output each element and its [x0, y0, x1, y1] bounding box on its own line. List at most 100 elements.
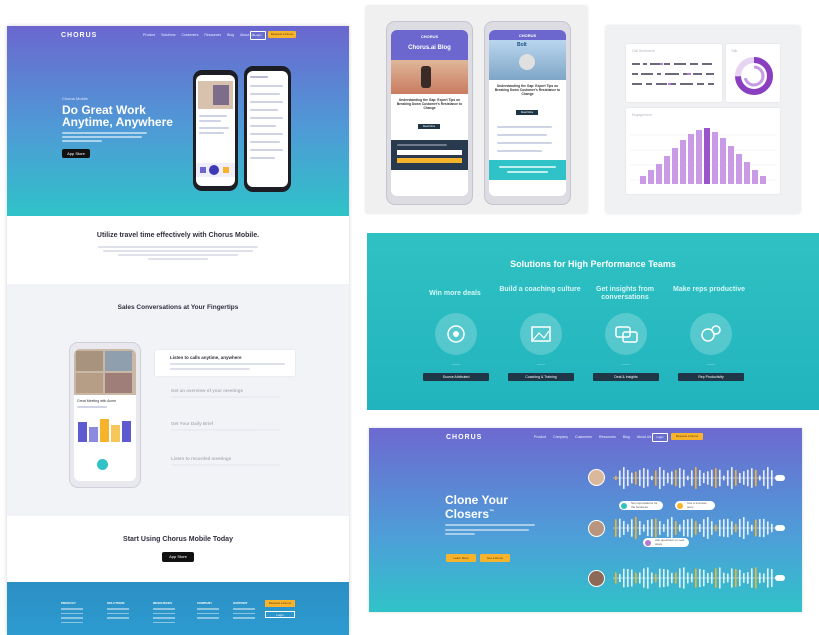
feature-card-active[interactable]: Listen to calls anytime, anywhere [155, 350, 295, 376]
solution-button-coaching[interactable]: Coaching & Training [508, 373, 574, 381]
nav-link-customers[interactable]: Customers [181, 33, 198, 37]
target-icon [435, 313, 477, 355]
solution-heading: Build a coaching culture [499, 286, 581, 293]
waveform-bar [771, 569, 773, 587]
waveform-bar [679, 468, 681, 488]
solution-button-productivity[interactable]: Rep Productivity [678, 373, 744, 381]
analytics-dashboard-panel: Call Sentiment Talk Engagement [606, 26, 800, 213]
waveform-bar [755, 469, 757, 487]
histogram-bar [656, 164, 662, 184]
image-icon [520, 313, 562, 355]
feature-item[interactable]: Get Your Daily Brief [171, 421, 306, 431]
waveform-bar [771, 523, 773, 533]
waveform-bar [659, 467, 661, 489]
clone-description [445, 524, 535, 538]
solution-heading: Get insights from conversations [596, 286, 654, 301]
nav-link-about[interactable]: About Us [637, 435, 651, 439]
waveform-bar [659, 521, 661, 535]
waveform-bar [643, 568, 645, 588]
hero-section: CHORUS Product Solutions Customers Resou… [7, 26, 349, 216]
request-demo-button[interactable]: Request a Demo [268, 31, 296, 38]
footer-demo-button[interactable]: Request a Demo [265, 600, 295, 607]
nav-link-product[interactable]: Product [143, 33, 155, 37]
request-demo-button[interactable]: Request a Demo [671, 433, 703, 440]
blog-hero-image [391, 60, 468, 94]
waveform-bar [727, 518, 729, 538]
histogram-bar [736, 154, 742, 184]
solutions-title: Solutions for High Performance Teams [510, 259, 676, 269]
waveform-bar [675, 521, 677, 535]
scrubber-handle[interactable] [775, 575, 785, 581]
waveform-bar [639, 572, 641, 584]
footer-column: RESOURCES [153, 601, 183, 626]
start-section-title: Start Using Chorus Mobile Today [123, 536, 233, 543]
chorus-logo[interactable]: CHORUS [446, 434, 482, 441]
chorus-logo[interactable]: CHORUS [61, 32, 97, 39]
waveform-bar [727, 470, 729, 486]
play-button[interactable] [97, 459, 108, 470]
blog-post-title: Understanding the Gap: Expert Tips on Br… [494, 84, 561, 96]
get-demo-button[interactable]: Get a Demo [480, 554, 510, 562]
waveform-bar [683, 469, 685, 487]
waveform-bar [735, 470, 737, 486]
waveform-bar [691, 573, 693, 583]
login-button[interactable]: Login [250, 31, 266, 40]
waveform-bar [771, 470, 773, 486]
nav-link-resources[interactable]: Resources [204, 33, 221, 37]
waveform-bar [731, 521, 733, 535]
top-nav: Product Solutions Customers Resources Bl… [143, 33, 255, 37]
waveform-bar [639, 469, 641, 487]
waveform-bar [699, 569, 701, 587]
nav-link-resources[interactable]: Resources [599, 435, 616, 439]
feature-item[interactable]: Listen to recorded meetings [171, 456, 306, 466]
waveform-bar [687, 475, 689, 481]
histogram-bar [760, 176, 766, 184]
waveform-bar [683, 567, 685, 589]
waveform-bar [763, 573, 765, 583]
footer-column: PRODUCT [61, 601, 91, 626]
waveform-bar [735, 569, 737, 587]
feature-item[interactable]: Get an overview of your meetings [171, 388, 306, 398]
waveform-bar [727, 573, 729, 583]
waveform-bar [763, 518, 765, 538]
waveform-bar [695, 521, 697, 535]
login-button[interactable]: Login [652, 433, 668, 442]
histogram-bar [744, 162, 750, 184]
sentiment-card: Call Sentiment [626, 44, 722, 102]
histogram-bar [640, 176, 646, 184]
hero-title: Do Great Work Anytime, Anywhere [62, 103, 173, 129]
app-store-badge[interactable]: App Store [62, 149, 90, 158]
nav-link-blog[interactable]: Blog [623, 435, 630, 439]
waveform-bar [723, 475, 725, 481]
read-more-button[interactable]: Read More [516, 110, 538, 115]
solution-button-win-deals[interactable]: Source Attributed [423, 373, 489, 381]
waveform-bar [667, 519, 669, 537]
histogram-bar [752, 170, 758, 184]
nav-link-product[interactable]: Product [534, 435, 546, 439]
nav-link-blog[interactable]: Blog [227, 33, 234, 37]
waveform-bar [739, 569, 741, 587]
scrubber-handle[interactable] [775, 475, 785, 481]
waveform-bar [739, 519, 741, 537]
waveform-bar [631, 519, 633, 537]
app-store-badge[interactable]: App Store [162, 552, 194, 562]
waveform-bar [687, 519, 689, 537]
footer: PRODUCT SOLUTIONS RESOURCES COMPANY SUPP… [7, 582, 349, 635]
solution-button-insights[interactable]: Deal & Insights [593, 373, 659, 381]
footer-login-button[interactable]: Login [265, 611, 295, 618]
waveform-bar [767, 521, 769, 535]
waveform-bar [747, 521, 749, 535]
learn-more-button[interactable]: Learn More [446, 554, 476, 562]
scrubber-handle[interactable] [775, 525, 785, 531]
nav-link-customers[interactable]: Customers [575, 435, 592, 439]
waveform-bar [615, 572, 617, 584]
waveform-bar [703, 519, 705, 537]
waveform-bar [623, 521, 625, 535]
nav-link-solutions[interactable]: Solutions [161, 33, 175, 37]
read-more-button[interactable]: Read More [418, 124, 440, 129]
footer-column: COMPANY [197, 601, 227, 622]
nav-link-company[interactable]: Company [553, 435, 568, 439]
histogram-bar [704, 128, 710, 184]
waveform-bar [663, 569, 665, 587]
footer-column: SUPPORT [233, 601, 263, 622]
